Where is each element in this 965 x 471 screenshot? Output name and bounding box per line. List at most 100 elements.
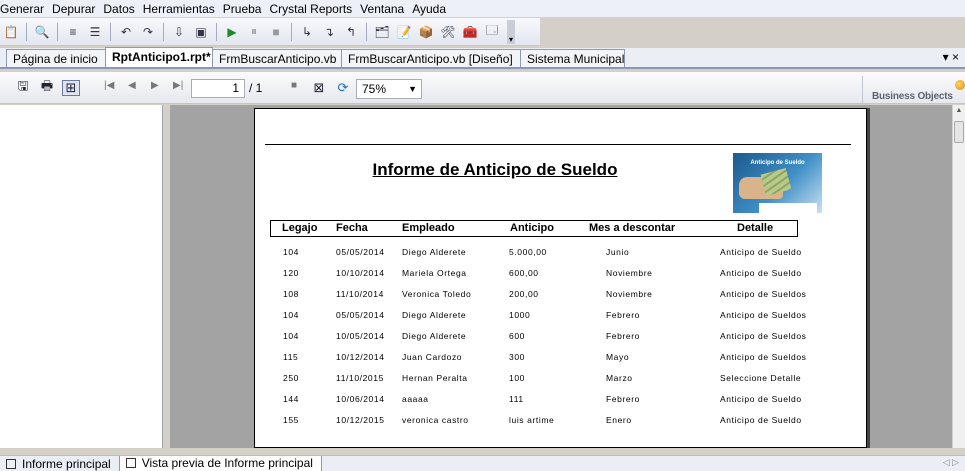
- toolbar-separator: [291, 22, 292, 41]
- solution-explorer-icon[interactable]: 🗂: [373, 23, 391, 41]
- tab-sistema-municipal[interactable]: Sistema Municipal: [520, 49, 625, 67]
- previous-page-icon[interactable]: ◀: [128, 80, 136, 91]
- tab-frmbuscaranticipo[interactable]: FrmBuscarAnticipo.vb: [212, 49, 342, 67]
- header-anticipo: Anticipo: [510, 222, 554, 234]
- toolbar-separator: [57, 22, 58, 41]
- cell-empleado: veronica castro: [402, 415, 469, 425]
- cell-detalle: Anticipo de Sueldos: [720, 289, 807, 299]
- group-tree-icon[interactable]: ⊞: [62, 80, 80, 96]
- tab-scroll-arrows-icon[interactable]: ◁ ▷: [943, 457, 959, 468]
- banner-title: Anticipo de Sueldo: [750, 160, 805, 166]
- scroll-up-icon[interactable]: ▲: [953, 107, 965, 119]
- paste-icon[interactable]: 📋: [2, 23, 20, 41]
- step-over-icon[interactable]: ↴: [320, 23, 338, 41]
- cell-detalle: Anticipo de Sueldo: [720, 247, 802, 257]
- cell-fecha: 10/12/2015: [336, 415, 385, 425]
- next-page-icon[interactable]: ▶: [151, 80, 159, 91]
- tools-icon[interactable]: 🛠: [439, 23, 457, 41]
- cell-mes: Febrero: [606, 331, 640, 341]
- find-icon[interactable]: 🔍: [33, 23, 51, 41]
- menu-herramientas[interactable]: Herramientas: [143, 2, 223, 16]
- menu-generar[interactable]: Generar: [0, 2, 52, 16]
- cell-anticipo: 200,00: [509, 289, 539, 299]
- play-icon[interactable]: ▶: [223, 23, 241, 41]
- cell-empleado: Mariela Ortega: [402, 268, 467, 278]
- tab-dropdown-icon[interactable]: ▾ ×: [943, 50, 959, 64]
- window-icon[interactable]: ▣: [192, 23, 210, 41]
- cell-legajo: 108: [283, 289, 299, 299]
- header-rule: [265, 144, 851, 145]
- menu-ayuda[interactable]: Ayuda: [412, 2, 454, 16]
- cell-empleado: Diego Alderete: [402, 247, 467, 257]
- table-row: 155 10/12/2015 veronica castro luis artime E…: [255, 415, 868, 427]
- stop-icon[interactable]: ■: [267, 23, 285, 41]
- cell-anticipo: 5.000,00: [509, 247, 547, 257]
- cell-fecha: 05/05/2014: [336, 247, 385, 257]
- header-fecha: Fecha: [336, 222, 368, 234]
- report-preview-pane[interactable]: Informe de Anticipo de Sueldo Anticipo d…: [170, 105, 952, 448]
- cell-legajo: 144: [283, 394, 299, 404]
- object-browser-icon[interactable]: 📦: [417, 23, 435, 41]
- undo-icon[interactable]: ↶: [117, 23, 135, 41]
- page-total: / 1: [249, 81, 263, 95]
- redo-icon[interactable]: ↷: [139, 23, 157, 41]
- cell-mes: Noviembre: [606, 289, 653, 299]
- toolbox-icon[interactable]: 🧰: [461, 23, 479, 41]
- cell-mes: Febrero: [606, 394, 640, 404]
- output-icon[interactable]: 🗔: [483, 23, 501, 41]
- print-icon[interactable]: 🖶: [38, 78, 56, 96]
- uncomment-icon[interactable]: ☰: [86, 23, 104, 41]
- table-row: 115 10/12/2014 Juan Cardozo 300 Mayo Anticipo…: [255, 352, 868, 364]
- vertical-scrollbar[interactable]: ▲: [952, 105, 965, 448]
- menu-crystal-reports[interactable]: Crystal Reports: [269, 2, 360, 16]
- report-view-tabs: Informe principal Vista previa de Inform…: [0, 455, 965, 471]
- first-page-icon[interactable]: |◀: [104, 80, 114, 91]
- report-icon: [6, 458, 16, 469]
- tab-rptanticipo1[interactable]: RptAnticipo1.rpt*: [105, 47, 213, 67]
- table-row: 120 10/10/2014 Mariela Ortega 600,00 Noviemb…: [255, 268, 868, 280]
- cell-anticipo: luis artime: [509, 415, 555, 425]
- page-number-input[interactable]: 1: [191, 79, 245, 98]
- stop-loading-icon[interactable]: ■: [291, 80, 297, 91]
- business-objects-logo: Business Objects: [862, 76, 965, 104]
- zoom-select[interactable]: 75% ▼: [356, 79, 422, 99]
- step-icon[interactable]: ↳: [298, 23, 316, 41]
- tab-label: FrmBuscarAnticipo.vb [Diseño]: [348, 52, 513, 66]
- cell-detalle: Anticipo de Sueldos: [720, 352, 807, 362]
- scroll-thumb[interactable]: [954, 121, 964, 143]
- tab-pagina-inicio[interactable]: Página de inicio: [6, 49, 106, 67]
- toolbar-overflow-icon[interactable]: ▾: [507, 19, 515, 44]
- menu-prueba[interactable]: Prueba: [223, 2, 270, 16]
- properties-icon[interactable]: 📝: [395, 23, 413, 41]
- menu-bar: Generar Depurar Datos Herramientas Prueb…: [0, 0, 965, 17]
- menu-ventana[interactable]: Ventana: [360, 2, 412, 16]
- cell-empleado: Veronica Toledo: [402, 289, 472, 299]
- logo-icon: [955, 80, 965, 90]
- navigate-icon[interactable]: ⇩: [170, 23, 188, 41]
- export-icon[interactable]: 🖫: [14, 78, 32, 96]
- cell-legajo: 115: [283, 352, 299, 362]
- table-row: 108 11/10/2014 Veronica Toledo 200,00 Noviem…: [255, 289, 868, 301]
- cell-empleado: Diego Alderete: [402, 310, 467, 320]
- table-row: 104 10/05/2014 Diego Alderete 600 Febrero Ant…: [255, 331, 868, 343]
- tab-frmbuscaranticipo-diseno[interactable]: FrmBuscarAnticipo.vb [Diseño]: [341, 49, 521, 67]
- report-title: Informe de Anticipo de Sueldo: [372, 160, 618, 179]
- tab-vista-previa[interactable]: Vista previa de Informe principal: [118, 455, 322, 471]
- refresh-icon[interactable]: ⟳: [334, 80, 352, 96]
- menu-datos[interactable]: Datos: [103, 2, 142, 16]
- close-view-icon[interactable]: ⊠: [310, 80, 328, 96]
- step-out-icon[interactable]: ↰: [342, 23, 360, 41]
- comment-icon[interactable]: ≡: [64, 23, 82, 41]
- cell-fecha: 10/06/2014: [336, 394, 385, 404]
- cell-legajo: 250: [283, 373, 299, 383]
- header-empleado: Empleado: [402, 222, 455, 234]
- last-page-icon[interactable]: ▶|: [173, 80, 183, 91]
- cell-legajo: 120: [283, 268, 299, 278]
- group-tree-pane[interactable]: [0, 105, 163, 448]
- tab-label: Vista previa de Informe principal: [141, 456, 313, 470]
- menu-depurar[interactable]: Depurar: [52, 2, 103, 16]
- header-mes-descontar: Mes a descontar: [589, 222, 676, 234]
- bills-image: [760, 168, 792, 196]
- tab-informe-principal[interactable]: Informe principal: [0, 456, 119, 471]
- pause-icon[interactable]: ⏸: [245, 23, 263, 41]
